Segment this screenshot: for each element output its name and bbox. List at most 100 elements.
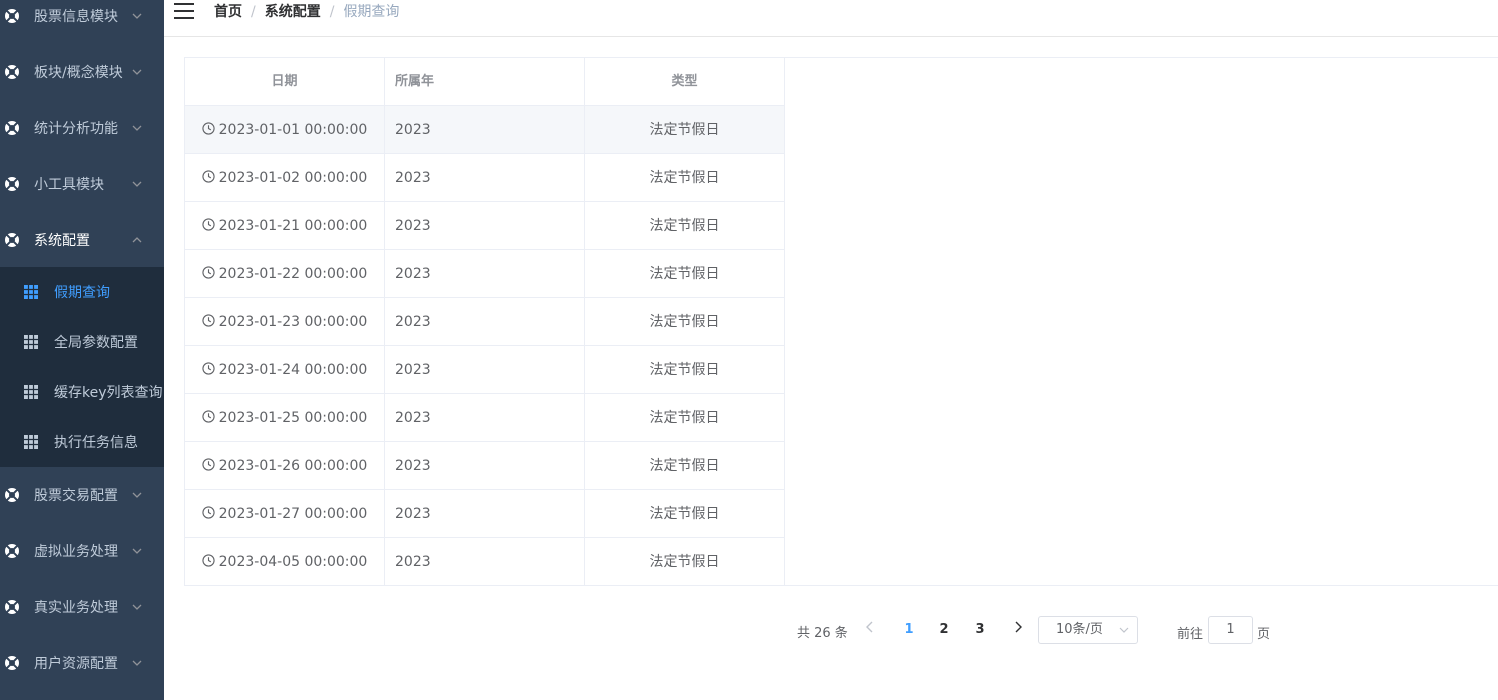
goto-page-input[interactable]: 1 — [1208, 616, 1253, 644]
pagination-page-1[interactable]: 1 — [897, 618, 921, 642]
clock-icon — [202, 122, 215, 135]
breadcrumb-home[interactable]: 首页 — [214, 3, 242, 21]
breadcrumb-separator: / — [251, 4, 256, 20]
lifebuoy-icon — [5, 544, 19, 558]
menu-sector-concept[interactable]: 板块/概念模块 — [0, 44, 164, 100]
cell-year: 2023 — [385, 202, 585, 250]
cell-year: 2023 — [385, 490, 585, 538]
cell-year: 2023 — [385, 250, 585, 298]
column-header-year: 所属年 — [385, 58, 585, 106]
submenu-label: 执行任务信息 — [54, 435, 138, 451]
menu-statistics[interactable]: 统计分析功能 — [0, 100, 164, 156]
clock-icon — [202, 218, 215, 231]
cell-year: 2023 — [385, 538, 585, 586]
pagination-page-3[interactable]: 3 — [968, 618, 992, 642]
table-row[interactable]: 2023-01-25 00:00:00 2023 法定节假日 — [185, 394, 785, 442]
holiday-table: 日期 所属年 类型 2023-01-01 00:00:00 2023 法定节假日 20… — [184, 57, 1498, 586]
cell-date: 2023-01-02 00:00:00 — [185, 154, 385, 202]
cell-year: 2023 — [385, 394, 585, 442]
submenu-label: 全局参数配置 — [54, 335, 138, 351]
menu-system-config[interactable]: 系统配置 — [0, 212, 164, 268]
table-row[interactable]: 2023-01-26 00:00:00 2023 法定节假日 — [185, 442, 785, 490]
date-text: 2023-01-23 00:00:00 — [218, 314, 368, 330]
date-text: 2023-01-21 00:00:00 — [218, 218, 368, 234]
menu-user-resources[interactable]: 用户资源配置 — [0, 635, 164, 691]
lifebuoy-icon — [5, 233, 19, 247]
menu-stock-info[interactable]: 股票信息模块 — [0, 0, 164, 44]
date-text: 2023-01-22 00:00:00 — [218, 266, 368, 282]
date-text: 2023-01-24 00:00:00 — [218, 362, 368, 378]
date-text: 2023-01-26 00:00:00 — [218, 458, 368, 474]
chevron-down-icon — [1119, 627, 1129, 633]
chevron-down-icon — [132, 660, 142, 666]
lifebuoy-icon — [5, 65, 19, 79]
cell-year: 2023 — [385, 346, 585, 394]
submenu-label: 缓存key列表查询 — [54, 385, 163, 401]
cell-type: 法定节假日 — [585, 202, 785, 250]
menu-label: 小工具模块 — [34, 177, 104, 193]
lifebuoy-icon — [5, 177, 19, 191]
navbar: 首页 / 系统配置 / 假期查询 — [164, 0, 1498, 37]
menu-stock-trade-config[interactable]: 股票交易配置 — [0, 467, 164, 523]
chevron-down-icon — [132, 548, 142, 554]
submenu-item-task-info[interactable]: 执行任务信息 — [0, 417, 164, 467]
clock-icon — [202, 506, 215, 519]
column-header-date: 日期 — [185, 58, 385, 106]
cell-date: 2023-01-26 00:00:00 — [185, 442, 385, 490]
table-row[interactable]: 2023-01-23 00:00:00 2023 法定节假日 — [185, 298, 785, 346]
submenu-item-global-params[interactable]: 全局参数配置 — [0, 317, 164, 367]
grid-table-icon — [24, 435, 38, 449]
chevron-down-icon — [132, 125, 142, 131]
cell-year: 2023 — [385, 442, 585, 490]
submenu-system-config: 假期查询 全局参数配置 缓存key列表查询 执行任务信息 — [0, 267, 164, 467]
cell-type: 法定节假日 — [585, 346, 785, 394]
chevron-down-icon — [132, 181, 142, 187]
breadcrumb-separator: / — [329, 4, 335, 20]
menu-real-business[interactable]: 真实业务处理 — [0, 579, 164, 635]
table-row[interactable]: 2023-01-24 00:00:00 2023 法定节假日 — [185, 346, 785, 394]
lifebuoy-icon — [5, 9, 19, 23]
pagination-page-2[interactable]: 2 — [932, 618, 956, 642]
table-row[interactable]: 2023-01-21 00:00:00 2023 法定节假日 — [185, 202, 785, 250]
table-row[interactable]: 2023-01-02 00:00:00 2023 法定节假日 — [185, 154, 785, 202]
date-text: 2023-01-01 00:00:00 — [218, 122, 368, 138]
pagination-prev-button[interactable] — [858, 618, 882, 642]
goto-label: 前往 — [1177, 627, 1204, 642]
goto-suffix: 页 — [1257, 627, 1271, 642]
page-size-select[interactable]: 10条/页 — [1038, 616, 1138, 644]
table-row[interactable]: 2023-01-22 00:00:00 2023 法定节假日 — [185, 250, 785, 298]
cell-date: 2023-04-05 00:00:00 — [185, 538, 385, 586]
menu-virtual-business[interactable]: 虚拟业务处理 — [0, 523, 164, 579]
cell-type: 法定节假日 — [585, 394, 785, 442]
chevron-right-icon — [1015, 621, 1022, 633]
submenu-label: 假期查询 — [54, 285, 110, 301]
clock-icon — [202, 314, 215, 327]
date-text: 2023-01-25 00:00:00 — [218, 410, 368, 426]
breadcrumb-section[interactable]: 系统配置 — [265, 3, 321, 21]
submenu-item-holiday-query[interactable]: 假期查询 — [0, 267, 164, 317]
menu-label: 用户资源配置 — [34, 656, 118, 672]
breadcrumb-current: 假期查询 — [343, 4, 400, 20]
page-size-value: 10条/页 — [1056, 622, 1103, 637]
sidebar: 股票信息模块 板块/概念模块 统计分析功能 小工具模块 系统配置 假期查询 全局… — [0, 0, 164, 700]
pagination-next-button[interactable] — [1006, 618, 1030, 642]
submenu-item-cache-keys[interactable]: 缓存key列表查询 — [0, 367, 164, 417]
menu-label: 系统配置 — [34, 233, 90, 249]
hamburger-icon[interactable] — [174, 2, 194, 20]
table-header: 日期 所属年 类型 — [185, 58, 785, 106]
menu-label: 股票交易配置 — [34, 488, 118, 504]
lifebuoy-icon — [5, 656, 19, 670]
cell-type: 法定节假日 — [585, 298, 785, 346]
menu-tools[interactable]: 小工具模块 — [0, 156, 164, 212]
cell-type: 法定节假日 — [585, 538, 785, 586]
clock-icon — [202, 410, 215, 423]
chevron-left-icon — [866, 621, 873, 633]
chevron-down-icon — [132, 604, 142, 610]
table-row[interactable]: 2023-01-27 00:00:00 2023 法定节假日 — [185, 490, 785, 538]
pagination-total: 共 26 条 — [797, 626, 848, 641]
table-row[interactable]: 2023-04-05 00:00:00 2023 法定节假日 — [185, 538, 785, 586]
table-row[interactable]: 2023-01-01 00:00:00 2023 法定节假日 — [185, 106, 785, 154]
cell-date: 2023-01-22 00:00:00 — [185, 250, 385, 298]
grid-table-icon — [24, 285, 38, 299]
cell-year: 2023 — [385, 154, 585, 202]
